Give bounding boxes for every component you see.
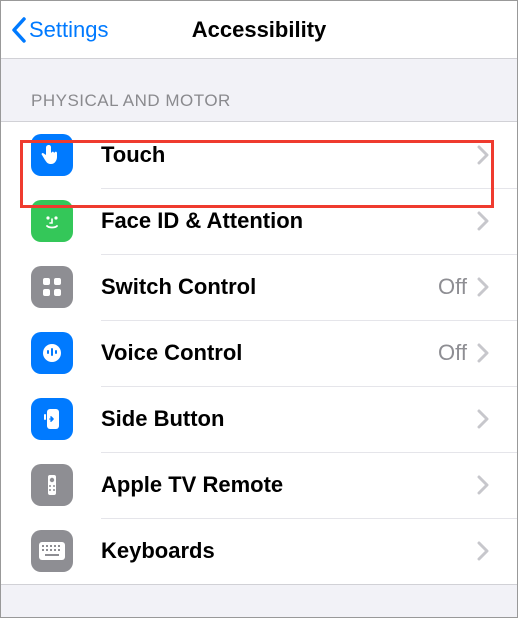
- row-label: Side Button: [73, 406, 467, 432]
- chevron-right-icon: [477, 145, 489, 165]
- section-header: PHYSICAL AND MOTOR: [1, 59, 517, 121]
- back-label: Settings: [29, 17, 109, 43]
- row-label: Switch Control: [73, 274, 438, 300]
- row-label: Keyboards: [73, 538, 467, 564]
- row-apple-tv-remote[interactable]: Apple TV Remote: [1, 452, 517, 518]
- face-icon: [31, 200, 73, 242]
- chevron-left-icon: [11, 17, 27, 43]
- row-label: Face ID & Attention: [73, 208, 467, 234]
- chevron-right-icon: [477, 475, 489, 495]
- chevron-right-icon: [477, 211, 489, 231]
- row-face-id[interactable]: Face ID & Attention: [1, 188, 517, 254]
- row-side-button[interactable]: Side Button: [1, 386, 517, 452]
- row-value: Off: [438, 274, 467, 300]
- row-keyboards[interactable]: Keyboards: [1, 518, 517, 584]
- chevron-right-icon: [477, 277, 489, 297]
- back-button[interactable]: Settings: [1, 17, 109, 43]
- keyboard-icon: [31, 530, 73, 572]
- row-voice-control[interactable]: Voice Control Off: [1, 320, 517, 386]
- row-label: Touch: [73, 142, 467, 168]
- side-button-icon: [31, 398, 73, 440]
- chevron-right-icon: [477, 409, 489, 429]
- settings-list: Touch Face ID & Attention Switch Control…: [1, 121, 517, 585]
- hand-tap-icon: [31, 134, 73, 176]
- voice-icon: [31, 332, 73, 374]
- page-title: Accessibility: [192, 17, 327, 43]
- chevron-right-icon: [477, 541, 489, 561]
- row-touch[interactable]: Touch: [1, 122, 517, 188]
- remote-icon: [31, 464, 73, 506]
- chevron-right-icon: [477, 343, 489, 363]
- row-value: Off: [438, 340, 467, 366]
- grid-icon: [31, 266, 73, 308]
- row-label: Apple TV Remote: [73, 472, 467, 498]
- row-label: Voice Control: [73, 340, 438, 366]
- row-switch-control[interactable]: Switch Control Off: [1, 254, 517, 320]
- navbar: Settings Accessibility: [1, 1, 517, 59]
